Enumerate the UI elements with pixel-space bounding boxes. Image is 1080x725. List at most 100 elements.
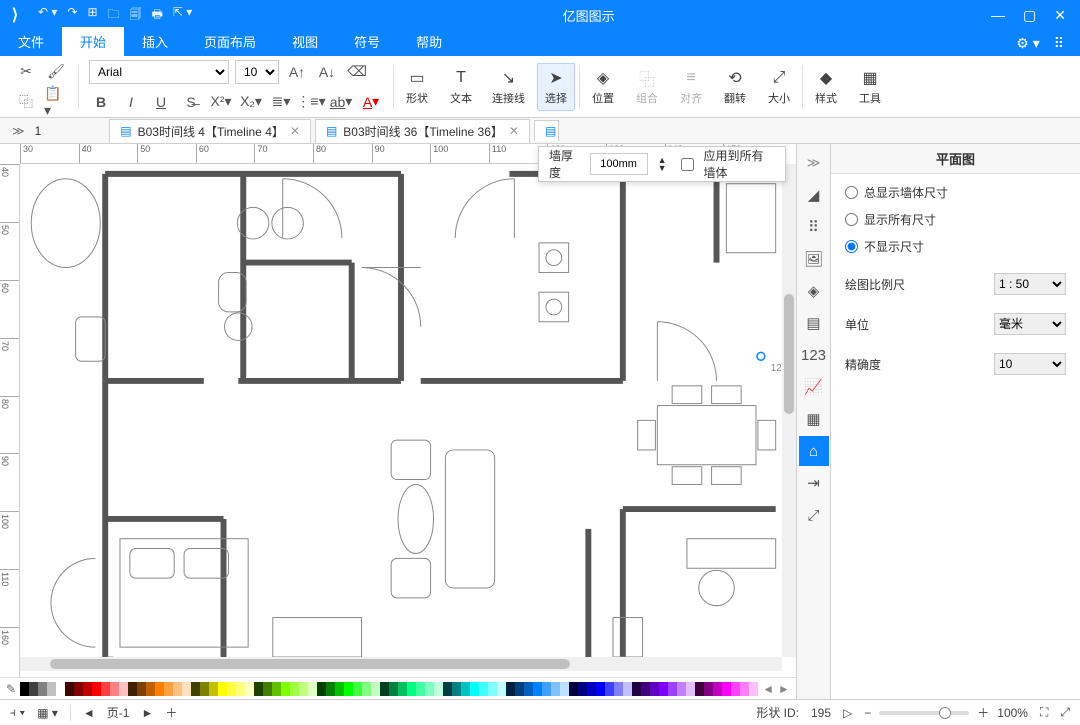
color-swatch[interactable] (497, 682, 506, 696)
color-swatch[interactable] (578, 682, 587, 696)
color-swatch[interactable] (632, 682, 641, 696)
save-icon[interactable]: 🗐 (130, 5, 142, 26)
color-swatch[interactable] (542, 682, 551, 696)
subscript-icon[interactable]: X₂▾ (239, 90, 263, 114)
color-swatch[interactable] (146, 682, 155, 696)
close-icon[interactable]: ✕ (1054, 7, 1066, 24)
zoom-slider[interactable] (879, 711, 969, 715)
settings-icon[interactable]: ⚙ ▾ (1016, 35, 1039, 52)
page-icon[interactable]: ▤ (799, 308, 829, 338)
play-icon[interactable]: ▷ (843, 706, 852, 720)
color-swatch[interactable] (155, 682, 164, 696)
cut-icon[interactable]: ✂ (14, 60, 38, 84)
color-swatch[interactable] (560, 682, 569, 696)
color-swatch[interactable] (425, 682, 434, 696)
font-color-icon[interactable]: A▾ (359, 90, 383, 114)
color-swatch[interactable] (227, 682, 236, 696)
color-swatch[interactable] (254, 682, 263, 696)
palette-scroll-left-icon[interactable]: ◄ (758, 682, 778, 696)
fullscreen-icon[interactable]: ⤢ (1060, 705, 1070, 720)
tab-insert[interactable]: 插入 (124, 27, 186, 56)
document-tab[interactable]: ▤ B03时间线 4【Timeline 4】 ✕ (109, 119, 311, 143)
color-swatch[interactable] (695, 682, 704, 696)
layout-mode-icon[interactable]: ⫞ ▾ (10, 705, 25, 720)
undo-icon[interactable]: ↶ ▾ (38, 5, 57, 26)
table-icon[interactable]: ▦ (799, 404, 829, 434)
page-indicator[interactable]: 页-1 (107, 704, 130, 721)
color-swatch[interactable] (596, 682, 605, 696)
color-swatch[interactable] (47, 682, 56, 696)
color-swatch[interactable] (470, 682, 479, 696)
size-button[interactable]: ⤢大小 (760, 64, 798, 110)
highlight-icon[interactable]: ab▾ (329, 90, 353, 114)
color-swatch[interactable] (623, 682, 632, 696)
color-swatch[interactable] (731, 682, 740, 696)
tab-home[interactable]: 开始 (62, 27, 124, 56)
color-swatch[interactable] (749, 682, 758, 696)
color-swatch[interactable] (740, 682, 749, 696)
vertical-ruler[interactable]: 405060708090100110160 (0, 164, 20, 685)
color-swatch[interactable] (308, 682, 317, 696)
shapes-panel-icon[interactable]: ⠿ (799, 212, 829, 242)
color-swatch[interactable] (101, 682, 110, 696)
radio-show-wall-dims[interactable]: 总显示墙体尺寸 (845, 184, 1066, 201)
document-tab[interactable]: ▤ B03时间线 36【Timeline 36】 ✕ (315, 119, 530, 143)
color-swatch[interactable] (263, 682, 272, 696)
text-format-icon[interactable]: 123 (799, 340, 829, 370)
superscript-icon[interactable]: X²▾ (209, 90, 233, 114)
color-swatch[interactable] (29, 682, 38, 696)
scale-select[interactable]: 1 : 50 (994, 273, 1066, 295)
color-swatch[interactable] (83, 682, 92, 696)
color-swatch[interactable] (299, 682, 308, 696)
color-swatch[interactable] (236, 682, 245, 696)
color-swatch[interactable] (38, 682, 47, 696)
expand-icon[interactable]: ⤢ (799, 500, 829, 530)
paste-icon[interactable]: 📋▾ (44, 90, 68, 114)
chart-icon[interactable]: 📈 (799, 372, 829, 402)
tabs-overflow-icon[interactable]: ≫ (6, 124, 31, 138)
increase-font-icon[interactable]: A↑ (285, 60, 309, 84)
color-swatch[interactable] (353, 682, 362, 696)
number-list-icon[interactable]: ⋮≡▾ (299, 90, 323, 114)
document-tab-partial[interactable]: ▤ (534, 120, 559, 141)
color-swatch[interactable] (380, 682, 389, 696)
open-icon[interactable]: 🗀 (108, 5, 120, 26)
color-swatch[interactable] (524, 682, 533, 696)
color-swatch[interactable] (506, 682, 515, 696)
unit-select[interactable]: 毫米 (994, 313, 1066, 335)
tab-layout[interactable]: 页面布局 (186, 27, 274, 56)
color-swatch[interactable] (686, 682, 695, 696)
eyedropper-icon[interactable]: ✎ (6, 682, 20, 696)
tab-view[interactable]: 视图 (274, 27, 336, 56)
bold-icon[interactable]: B (89, 90, 113, 114)
layers-icon[interactable]: ◈ (799, 276, 829, 306)
floorplan-panel-icon[interactable]: ⌂ (799, 436, 829, 466)
color-swatch[interactable] (677, 682, 686, 696)
decrease-font-icon[interactable]: A↓ (315, 60, 339, 84)
color-swatch[interactable] (110, 682, 119, 696)
tab-close-icon[interactable]: ✕ (509, 124, 519, 138)
indent-icon[interactable]: ⇥ (799, 468, 829, 498)
color-swatch[interactable] (92, 682, 101, 696)
color-swatch[interactable] (344, 682, 353, 696)
zoom-out-icon[interactable]: − (864, 706, 871, 720)
shape-button[interactable]: ▭形状 (398, 64, 436, 110)
color-swatch[interactable] (65, 682, 74, 696)
fit-screen-icon[interactable]: ⛶ (1040, 705, 1048, 720)
font-size-select[interactable]: 10 (235, 60, 279, 84)
palette-scroll-right-icon[interactable]: ► (778, 682, 790, 696)
select-button[interactable]: ➤选择 (537, 63, 575, 111)
color-swatch[interactable] (335, 682, 344, 696)
color-swatch[interactable] (290, 682, 299, 696)
style-button[interactable]: ◆样式 (807, 64, 845, 110)
color-swatch[interactable] (218, 682, 227, 696)
color-swatch[interactable] (398, 682, 407, 696)
italic-icon[interactable]: I (119, 90, 143, 114)
radio-show-all-dims[interactable]: 显示所有尺寸 (845, 211, 1066, 228)
export-icon[interactable]: ⇱ ▾ (173, 5, 192, 26)
color-swatch[interactable] (551, 682, 560, 696)
apply-all-walls-checkbox[interactable] (681, 158, 694, 171)
color-swatch[interactable] (722, 682, 731, 696)
panel-collapse-icon[interactable]: ≫ (799, 148, 829, 178)
color-swatch[interactable] (443, 682, 452, 696)
